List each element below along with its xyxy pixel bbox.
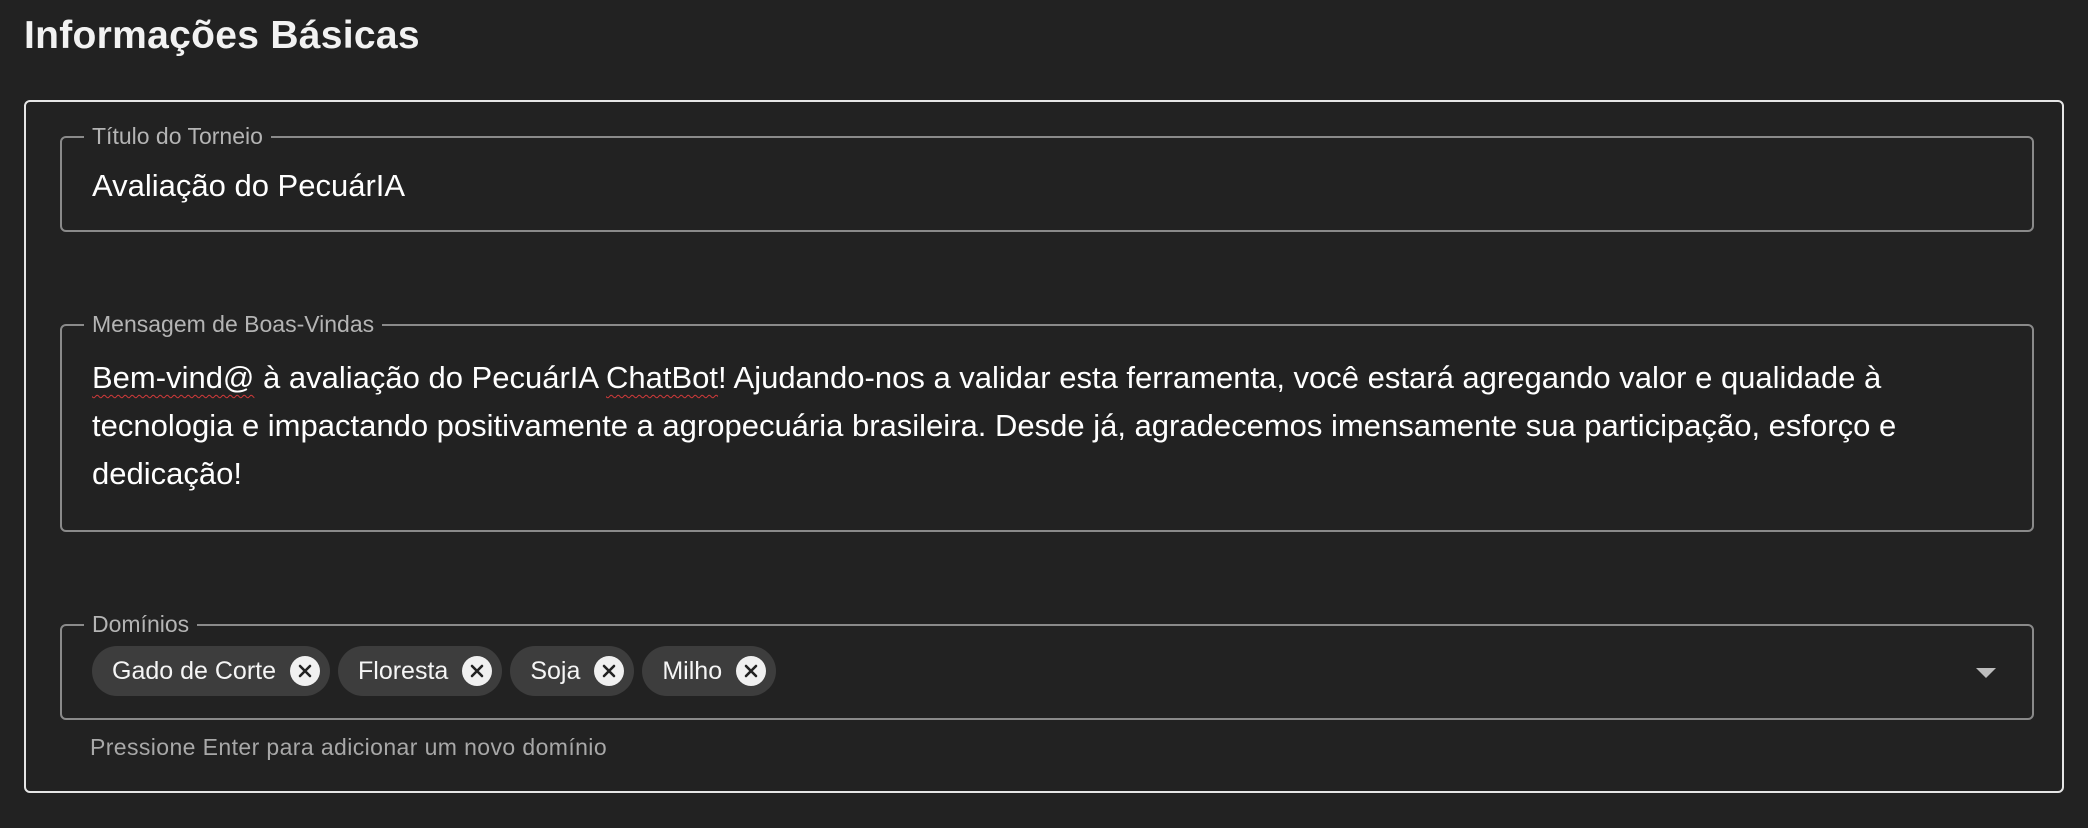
domains-helper-text: Pressione Enter para adicionar um novo d… [90,734,608,760]
chip-label: Gado de Corte [112,656,276,685]
close-circle-icon[interactable] [290,656,320,686]
welcome-message-textarea[interactable]: Bem-vind@ à avaliação do PecuárIA ChatBo… [92,354,2002,498]
close-circle-icon[interactable] [462,656,493,686]
domain-chip[interactable]: Milho [642,646,777,696]
misspelled-word: Bem-vind@ [92,360,255,395]
close-circle-icon[interactable] [736,656,767,686]
chip-label: Milho [662,656,723,685]
domains-field[interactable]: Domínios Gado de Corte Floresta Soja Mil… [60,610,2034,720]
domain-chip[interactable]: Gado de Corte [92,646,330,696]
welcome-message-field[interactable]: Mensagem de Boas-Vindas Bem-vind@ à aval… [60,310,2034,532]
arrow-drop-down-icon[interactable] [1976,668,1996,678]
domain-chips: Gado de Corte Floresta Soja Milho [92,646,777,696]
welcome-text: à avaliação do PecuárIA [254,360,606,395]
tournament-title-field[interactable]: Título do Torneio Avaliação do PecuárIA [60,122,2034,232]
tournament-title-label: Título do Torneio [84,122,271,150]
chip-label: Soja [530,656,581,685]
tournament-title-input[interactable]: Avaliação do PecuárIA [92,168,405,204]
domains-label: Domínios [84,610,198,638]
basic-info-card: Título do Torneio Avaliação do PecuárIA … [24,100,2064,793]
chip-label: Floresta [358,656,449,685]
misspelled-word: ChatBot [605,360,718,395]
domain-chip[interactable]: Floresta [338,646,503,696]
close-circle-icon[interactable] [594,656,625,686]
domain-chip[interactable]: Soja [510,646,635,696]
page-title: Informações Básicas [24,14,420,57]
welcome-message-label: Mensagem de Boas-Vindas [84,310,383,338]
